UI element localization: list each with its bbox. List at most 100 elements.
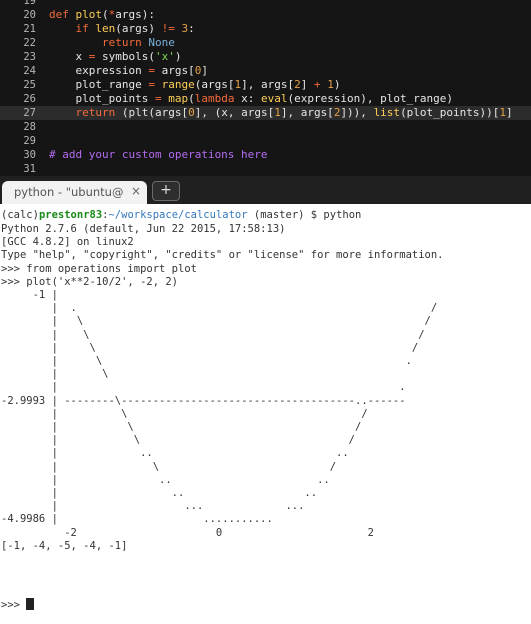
- terminal-line: | .: [1, 381, 406, 394]
- editor-line[interactable]: 31: [0, 162, 531, 176]
- code-token: (plt(args[: [121, 106, 189, 119]
- terminal-line: -1 |: [1, 289, 58, 301]
- terminal-line: | \ /: [1, 421, 362, 433]
- editor-line[interactable]: 28: [0, 120, 531, 134]
- terminal-line: -4.9986 | ...........: [1, 513, 273, 526]
- code-token: (: [188, 92, 195, 105]
- terminal-line: -2.9993 | --------\---------------------…: [1, 394, 406, 407]
- code-text: x = symbols('x'): [49, 50, 181, 64]
- code-text: plot_range = range(args[1], args[2] + 1): [49, 78, 340, 92]
- code-token: args):: [115, 8, 155, 21]
- code-token: len: [95, 22, 116, 35]
- line-number: 19: [23, 0, 36, 7]
- terminal-line: | \: [1, 368, 109, 381]
- code-token: ])),: [340, 106, 374, 119]
- editor-line[interactable]: 20 def plot(*args):: [0, 8, 531, 22]
- code-token: lambda: [194, 92, 242, 105]
- code-token: ], args[: [241, 78, 295, 91]
- code-token: 1: [274, 106, 281, 119]
- terminal-tab[interactable]: python - "ubuntu@pi ×: [2, 181, 147, 204]
- terminal-line: | \ .: [1, 355, 412, 367]
- terminal-line: | . /: [1, 302, 438, 315]
- editor-line[interactable]: 22 return None: [0, 36, 531, 50]
- code-token: ]: [201, 64, 208, 77]
- line-number: 24: [23, 65, 36, 77]
- code-text: return (plt(args[0], (x, args[1], args[2…: [49, 106, 513, 120]
- code-token: # add your custom operations here: [49, 148, 268, 161]
- code-token: return: [101, 36, 149, 49]
- code-token: !=: [161, 22, 182, 35]
- code-token: ]: [506, 106, 513, 119]
- python-prompt: >>>: [1, 599, 27, 611]
- terminal-output[interactable]: (calc)prestonr83:~/workspace/calculator …: [0, 204, 531, 624]
- code-token: =: [154, 92, 169, 105]
- prompt-env: (calc): [1, 209, 39, 221]
- terminal-line: | .. ..: [1, 487, 318, 499]
- editor-line[interactable]: 21 if len(args) != 3:: [0, 22, 531, 36]
- terminal-line: | \ /: [1, 341, 419, 354]
- code-token: map: [168, 92, 189, 105]
- code-token: eval: [260, 92, 288, 105]
- editor-line[interactable]: 25 plot_range = range(args[1], args[2] +…: [0, 78, 531, 92]
- close-icon[interactable]: ×: [131, 184, 141, 198]
- editor-line[interactable]: 27 return (plt(args[0], (x, args[1], arg…: [0, 106, 531, 120]
- code-token: (args): [115, 22, 162, 35]
- terminal-line: | ... ...: [1, 500, 305, 513]
- terminal-line: >>> plot('x**2-10/2', -2, 2): [1, 275, 179, 288]
- code-token: range: [161, 78, 195, 91]
- line-number: 27: [23, 107, 36, 119]
- terminal-cursor: [26, 598, 34, 610]
- code-text: return None: [49, 36, 175, 50]
- new-tab-button[interactable]: +: [152, 181, 180, 201]
- code-token: return: [75, 106, 122, 119]
- editor-line[interactable]: 23 x = symbols('x'): [0, 50, 531, 64]
- prompt-path: ~/workspace/calculator: [108, 209, 248, 221]
- code-editor[interactable]: 19 20 def plot(*args): 21 if len(args) != 3…: [0, 0, 531, 176]
- code-token: if: [75, 22, 96, 35]
- code-token: =: [88, 50, 102, 63]
- terminal-line: Type "help", "copyright", "credits" or "…: [1, 249, 444, 262]
- code-text: expression = args[0]: [49, 64, 208, 78]
- code-token: x: [49, 50, 89, 63]
- editor-line[interactable]: 19: [0, 0, 531, 8]
- terminal-line: | \ /: [1, 315, 431, 328]
- code-token: 'x': [154, 50, 175, 63]
- line-number: 28: [23, 121, 36, 133]
- terminal-line: Python 2.7.6 (default, Jun 22 2015, 17:5…: [1, 223, 286, 235]
- line-number: 26: [23, 93, 36, 105]
- editor-line[interactable]: 24 expression = args[0]: [0, 64, 531, 78]
- tab-title: python - "ubuntu@pi: [14, 185, 124, 199]
- terminal-line: -2 0 2: [1, 526, 374, 539]
- code-token: plot: [75, 8, 103, 21]
- editor-line[interactable]: 26 plot_points = map(lambda x: eval(expr…: [0, 92, 531, 106]
- code-token: ], (x, args[: [194, 106, 275, 119]
- code-token: symbols(: [102, 50, 155, 63]
- code-token: ]: [300, 78, 314, 91]
- line-number: 21: [23, 23, 36, 35]
- code-token: =: [148, 78, 162, 91]
- editor-line[interactable]: 30 # add your custom operations here: [0, 148, 531, 162]
- line-number: 23: [23, 51, 36, 63]
- terminal-line: >>> from operations import plot: [1, 262, 197, 275]
- line-number: 25: [23, 79, 36, 91]
- terminal-line: | \ /: [1, 434, 356, 447]
- code-token: expression: [49, 64, 149, 77]
- terminal-line: | \ /: [1, 328, 425, 341]
- code-token: :: [188, 22, 195, 35]
- line-number: 29: [23, 135, 36, 147]
- editor-line[interactable]: 29: [0, 134, 531, 148]
- line-number: 30: [23, 149, 36, 161]
- code-text: # add your custom operations here: [49, 148, 268, 162]
- code-text: plot_points = map(lambda x: eval(express…: [49, 92, 453, 106]
- code-token: (plot_points))[: [400, 106, 500, 119]
- terminal-line: [-1, -4, -5, -4, -1]: [1, 539, 128, 552]
- line-number: 22: [23, 37, 36, 49]
- code-token: args[: [161, 64, 195, 77]
- code-text: def plot(*args):: [49, 8, 155, 22]
- terminal-line: | .. ..: [1, 447, 349, 460]
- code-token: ): [174, 50, 182, 63]
- code-token: def: [49, 8, 76, 21]
